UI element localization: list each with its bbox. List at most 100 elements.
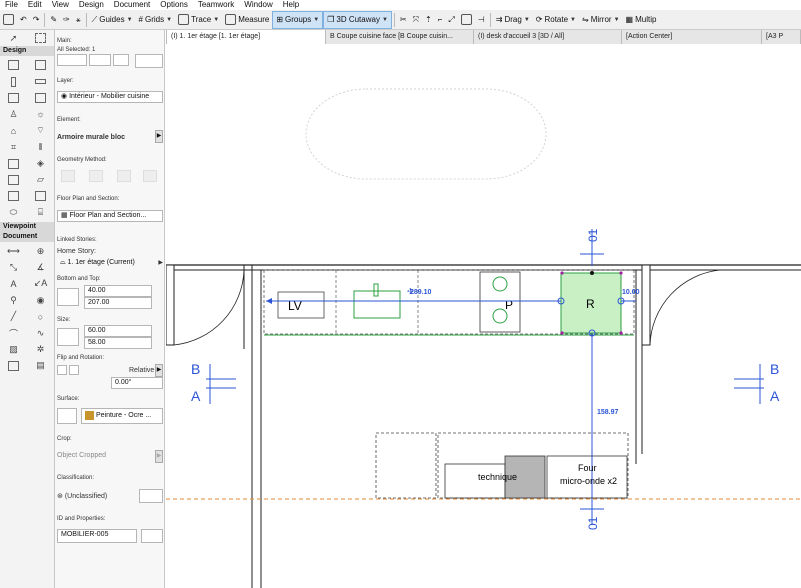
pick-up-button[interactable]: ✎	[47, 11, 60, 29]
fillet-button[interactable]: ⌐	[435, 11, 446, 29]
surface-dropdown[interactable]: Peinture - Ocre ...	[81, 408, 163, 424]
menu-design[interactable]: Design	[74, 0, 109, 10]
line-tool[interactable]: ╱	[0, 308, 27, 324]
geometry-method-button-3[interactable]	[117, 170, 131, 182]
stair-tool[interactable]: ⌗	[0, 139, 27, 155]
tab-3d[interactable]: (I) desk d'accueil 3 [3D / All]	[474, 30, 622, 44]
hatch-tool[interactable]: ▨	[0, 341, 27, 357]
mirror-button[interactable]: ⇋ Mirror ▼	[579, 11, 623, 29]
polyline-tool[interactable]: ⌒	[0, 325, 27, 341]
home-story-dropdown[interactable]: ⌓ 1. 1er étage (Current) ▶	[57, 258, 163, 270]
tab-action-center[interactable]: [Action Center]	[622, 30, 762, 44]
geometry-method-button-1[interactable]	[61, 170, 75, 182]
menu-document[interactable]: Document	[109, 0, 155, 10]
toolbox-section-design[interactable]: Design	[0, 46, 54, 56]
menu-options[interactable]: Options	[155, 0, 193, 10]
wall-tool[interactable]	[0, 57, 27, 73]
circle-tool[interactable]: ○	[27, 308, 54, 324]
anchor-dropdown[interactable]	[89, 54, 111, 66]
zone-tool[interactable]	[0, 172, 27, 188]
layer-dropdown[interactable]: ◉ Intérieur - Mobilier cuisine	[57, 91, 163, 103]
object-tool[interactable]: ♙	[0, 106, 27, 122]
selection-hotspot[interactable]	[590, 271, 594, 275]
top-elevation-input[interactable]: 40.00	[84, 285, 152, 297]
cylinder-tool[interactable]: ⬭	[0, 205, 27, 221]
measure-button[interactable]: Measure	[222, 11, 272, 29]
tab-section[interactable]: B Coupe cuisine face [B Coupe cuisin...	[326, 30, 474, 44]
fill-tool[interactable]: ◉	[27, 292, 54, 308]
marker-tool[interactable]: ⚲	[0, 292, 27, 308]
home-button[interactable]	[0, 11, 17, 29]
guides-button[interactable]: ⟋ Guides ▼	[89, 11, 136, 29]
menu-window[interactable]: Window	[239, 0, 277, 10]
magic-wand-button[interactable]: ⚹	[73, 11, 84, 29]
3d-cutaway-button[interactable]: ❒ 3D Cutaway ▼	[323, 10, 392, 29]
depth-input[interactable]: 58.00	[84, 337, 152, 349]
hotspot-tool[interactable]: ✲	[27, 341, 54, 357]
element-more-button[interactable]: ▶	[155, 130, 163, 143]
rotate-button[interactable]	[113, 54, 129, 66]
floor-plan-button[interactable]: ▦ Floor Plan and Section...	[57, 210, 163, 222]
tab-layout[interactable]: [A3 P	[762, 30, 801, 44]
opening-tool[interactable]	[27, 188, 54, 204]
object-settings-button[interactable]	[135, 54, 163, 68]
radial-dimension-tool[interactable]: ⤡	[0, 259, 27, 275]
selection-node[interactable]	[619, 271, 623, 275]
properties-button[interactable]	[141, 529, 163, 543]
label-tool[interactable]: ↙A	[27, 276, 54, 292]
slab-tool[interactable]	[27, 57, 54, 73]
flip-x-checkbox[interactable]	[57, 365, 67, 375]
selection-node[interactable]	[619, 331, 623, 335]
undo-button[interactable]: ↶	[17, 11, 30, 29]
bottom-elevation-input[interactable]: 207.00	[84, 297, 152, 309]
rotate-button[interactable]: ⟳ Rotate ▼	[533, 11, 579, 29]
figure-tool[interactable]	[0, 358, 27, 374]
inject-button[interactable]: ✑	[60, 11, 73, 29]
scissors-button[interactable]: ✂	[397, 11, 410, 29]
geometry-method-button-4[interactable]	[143, 170, 157, 182]
railing-tool[interactable]: ⫴	[27, 139, 54, 155]
text-tool[interactable]: A	[0, 276, 27, 292]
curtain-wall-tool[interactable]	[0, 155, 27, 171]
selection-settings-button[interactable]	[57, 54, 87, 66]
selection-node[interactable]	[560, 331, 564, 335]
redo-button[interactable]: ↷	[30, 11, 43, 29]
marquee-tool[interactable]	[27, 31, 54, 45]
resize-button[interactable]	[458, 11, 475, 29]
lamp-tool[interactable]: ☼	[27, 106, 54, 122]
trace-button[interactable]: Trace ▼	[175, 11, 222, 29]
angle-input[interactable]: 0.00°	[111, 377, 163, 389]
equipment-tool[interactable]: ⌸	[27, 205, 54, 221]
menu-file[interactable]: File	[0, 0, 23, 10]
mesh-tool[interactable]: ▱	[27, 172, 54, 188]
classification-button[interactable]	[139, 489, 163, 503]
adjust-button[interactable]: ⤢	[445, 11, 457, 29]
beam-tool[interactable]	[27, 73, 54, 89]
window-tool[interactable]	[27, 90, 54, 106]
multiply-button[interactable]: ▦ Multip	[623, 11, 660, 29]
floor-plan-canvas[interactable]: LV P R ✢ 289.10 10.00 158.97 01 01 B A B…	[166, 44, 801, 588]
angle-dimension-tool[interactable]: ∡	[27, 259, 54, 275]
width-input[interactable]: 60.00	[84, 325, 152, 337]
skylight-tool[interactable]	[0, 188, 27, 204]
menu-edit[interactable]: Edit	[23, 0, 47, 10]
roof-tool[interactable]: ⌂	[0, 123, 27, 139]
geometry-method-button-2[interactable]	[89, 170, 103, 182]
relative-dropdown[interactable]: ▶	[155, 364, 163, 377]
toolbox-section-viewpoint[interactable]: Viewpoint	[0, 221, 54, 232]
selection-node[interactable]	[560, 271, 564, 275]
grids-button[interactable]: # Grids ▼	[136, 11, 176, 29]
toolbox-section-document[interactable]: Document	[0, 231, 54, 242]
dimension-tool[interactable]: ⟷	[0, 243, 27, 259]
drawing-tool[interactable]: ▤	[27, 358, 54, 374]
door-tool[interactable]	[0, 90, 27, 106]
arrow-tool[interactable]: ➚	[0, 31, 27, 45]
groups-button[interactable]: ⊞ Groups ▼	[272, 10, 324, 29]
menu-help[interactable]: Help	[278, 0, 304, 10]
column-tool[interactable]	[0, 73, 27, 89]
explode-button[interactable]: ⤧	[410, 11, 422, 29]
flip-y-checkbox[interactable]	[69, 365, 79, 375]
menu-view[interactable]: View	[47, 0, 74, 10]
shell-tool[interactable]: ⌔	[27, 123, 54, 139]
id-input[interactable]: MOBILIER-005	[57, 529, 137, 543]
